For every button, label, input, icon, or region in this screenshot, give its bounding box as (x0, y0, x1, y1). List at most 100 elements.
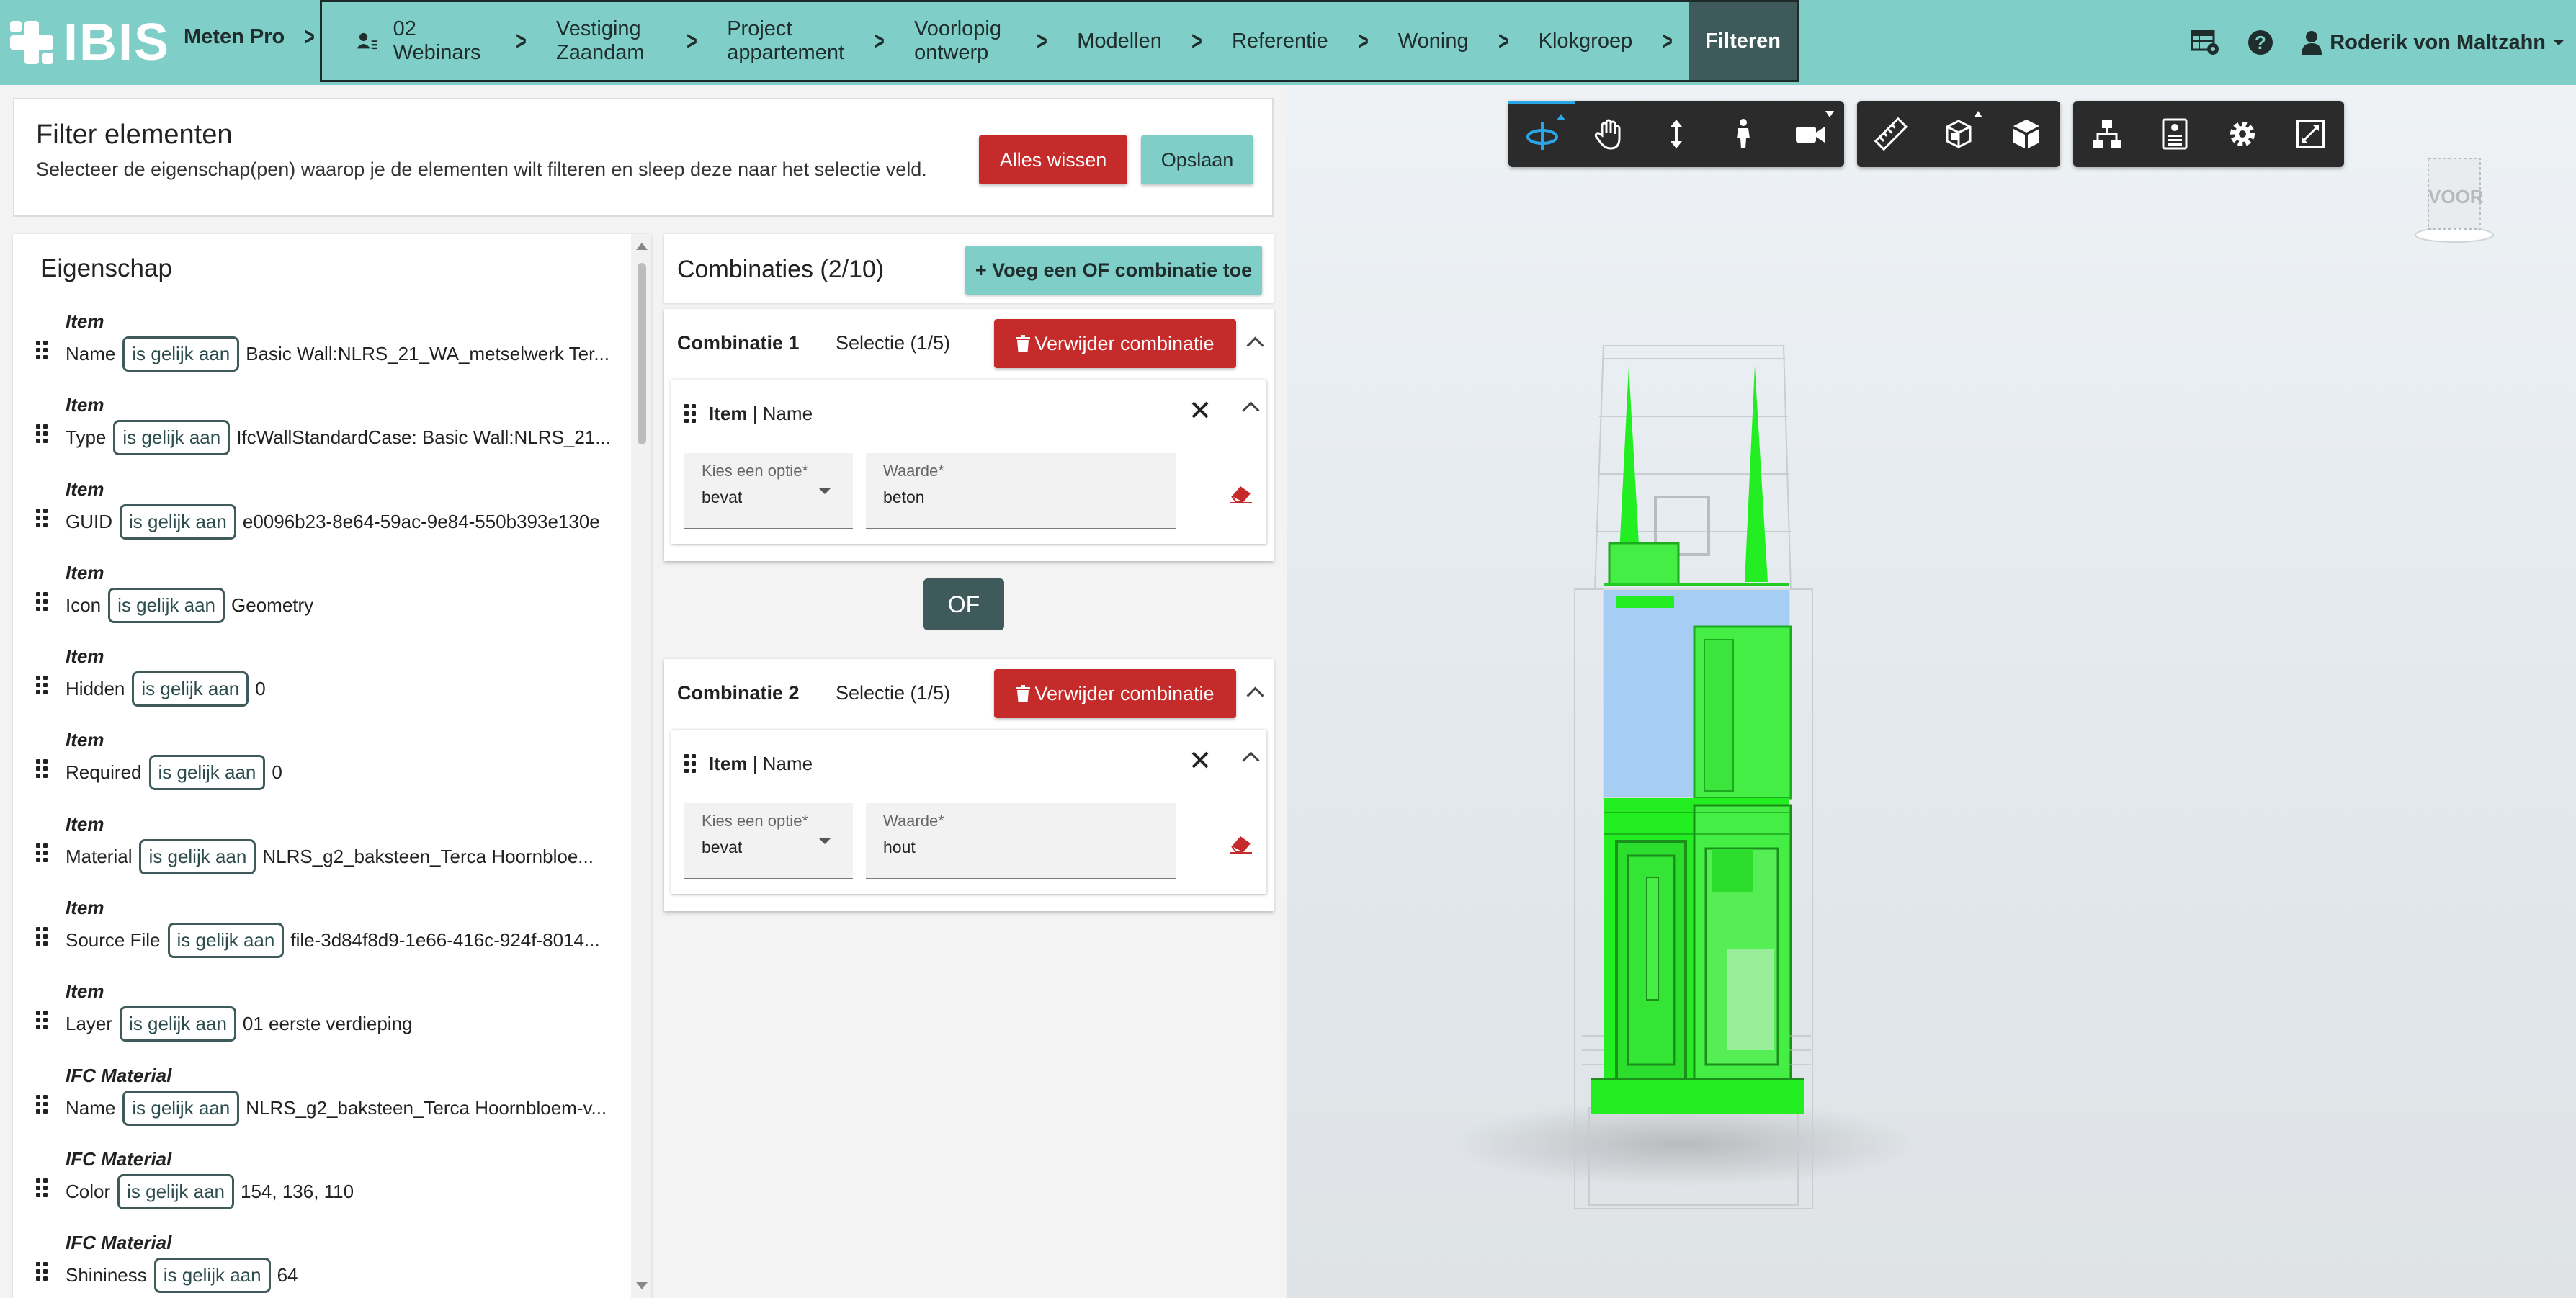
drag-handle-icon[interactable] (684, 754, 696, 773)
combination-name: Combinatie 2 (677, 682, 800, 704)
property-category: Item (66, 478, 104, 500)
breadcrumb-item-modellen[interactable]: Modellen > (1077, 2, 1232, 80)
svg-text:?: ? (2255, 32, 2266, 53)
house-model[interactable] (1287, 85, 2576, 1298)
operator-chip[interactable]: is gelijk aan (117, 1173, 234, 1209)
option-select-value: bevat (702, 488, 743, 506)
breadcrumb-item-ontwerp[interactable]: Voorlopig ontwerp > (914, 2, 1077, 80)
property-item[interactable]: Item GUID is gelijk aan e0096b23-8e64-59ac-… (13, 474, 632, 558)
operator-chip[interactable]: is gelijk aan (120, 1006, 236, 1042)
operator-chip[interactable]: is gelijk aan (148, 755, 266, 791)
collapse-chevron-icon[interactable] (1246, 686, 1264, 704)
property-item[interactable]: Item Required is gelijk aan 0 (13, 725, 632, 808)
value-input-label: Waarde* (883, 462, 944, 480)
drag-handle-icon[interactable] (36, 591, 48, 611)
operator-chip[interactable]: is gelijk aan (120, 503, 236, 540)
drag-handle-icon[interactable] (36, 759, 48, 779)
scroll-thumb[interactable] (638, 263, 646, 444)
close-icon[interactable] (1191, 751, 1209, 769)
breadcrumb-item-filteren[interactable]: Filteren (1689, 2, 1797, 80)
add-or-combination-button[interactable]: + Voeg een OF combinatie toe (965, 246, 1262, 295)
property-row: GUID is gelijk aan e0096b23-8e64-59ac-9e84… (66, 503, 600, 540)
breadcrumb-item-vestiging[interactable]: Vestiging Zaandam > (556, 2, 727, 80)
table-settings-icon[interactable] (2191, 29, 2220, 56)
app-switcher[interactable]: Meten Pro > (184, 22, 317, 52)
drag-handle-icon[interactable] (36, 843, 48, 862)
value-input[interactable]: Waarde* hout (866, 803, 1176, 879)
property-row: Material is gelijk aan NLRS_g2_baksteen_Te… (66, 838, 594, 874)
property-item[interactable]: IFC Material Color is gelijk aan 154, 136, … (13, 1144, 632, 1227)
property-scrollbar[interactable] (631, 234, 651, 1298)
property-value: 154, 136, 110 (241, 1180, 354, 1202)
user-area: ? Roderik von Maltzahn (2191, 0, 2564, 85)
eraser-icon[interactable] (1229, 833, 1253, 854)
option-select[interactable]: Kies een optie* bevat (684, 453, 853, 529)
value-input[interactable]: Waarde* beton (866, 453, 1176, 529)
breadcrumb-item-webinars[interactable]: 02 Webinars > (322, 2, 556, 80)
property-category: IFC Material (66, 1147, 172, 1170)
delete-combination-button[interactable]: Verwijder combinatie (994, 319, 1236, 368)
or-separator-button[interactable]: OF (923, 578, 1004, 630)
delete-combination-button[interactable]: Verwijder combinatie (994, 669, 1236, 718)
breadcrumb-item-klokgroep[interactable]: Klokgroep > (1539, 2, 1703, 80)
property-name: Shininess (66, 1264, 147, 1286)
property-value: Geometry (231, 594, 314, 616)
property-name: Layer (66, 1013, 113, 1035)
drag-handle-icon[interactable] (36, 927, 48, 946)
chevron-right-icon: > (874, 26, 885, 55)
property-name: Material (66, 845, 133, 867)
property-item[interactable]: Item Hidden is gelijk aan 0 (13, 641, 632, 725)
property-row: Type is gelijk aan IfcWallStandardCase: Ba… (66, 420, 611, 456)
user-name: Roderik von Maltzahn (2330, 30, 2546, 54)
operator-chip[interactable]: is gelijk aan (113, 420, 231, 456)
operator-chip[interactable]: is gelijk aan (153, 1258, 271, 1294)
property-category: Item (66, 394, 104, 416)
ibis-logo[interactable]: IBIS (10, 12, 170, 73)
drag-handle-icon[interactable] (36, 1011, 48, 1030)
scroll-down-arrow-icon[interactable] (636, 1282, 648, 1289)
property-item[interactable]: IFC Material Shininess is gelijk aan 64 (13, 1227, 632, 1298)
model-viewport[interactable]: VOOR (1287, 85, 2576, 1298)
drag-handle-icon[interactable] (36, 676, 48, 695)
drag-handle-icon[interactable] (36, 1178, 48, 1197)
property-item[interactable]: Item Layer is gelijk aan 01 eerste verdiepi… (13, 976, 632, 1060)
drag-handle-icon[interactable] (36, 424, 48, 444)
collapse-chevron-icon[interactable] (1242, 751, 1260, 769)
property-item[interactable]: Item Type is gelijk aan IfcWallStandardCase… (13, 390, 632, 473)
breadcrumb-label: Woning (1397, 29, 1469, 53)
drag-handle-icon[interactable] (36, 1262, 48, 1281)
operator-chip[interactable]: is gelijk aan (108, 587, 225, 623)
drag-handle-icon[interactable] (36, 1094, 48, 1114)
operator-chip[interactable]: is gelijk aan (122, 1090, 240, 1126)
collapse-chevron-icon[interactable] (1246, 336, 1264, 354)
property-item[interactable]: Item Icon is gelijk aan Geometry (13, 558, 632, 641)
option-select[interactable]: Kies een optie* bevat (684, 803, 853, 879)
close-icon[interactable] (1191, 401, 1209, 419)
drag-handle-icon[interactable] (684, 404, 696, 423)
operator-chip[interactable]: is gelijk aan (122, 336, 240, 372)
operator-chip[interactable]: is gelijk aan (167, 923, 285, 959)
trash-icon (1016, 685, 1031, 702)
breadcrumb-item-woning[interactable]: Woning > (1398, 2, 1539, 80)
rule-property: Name (762, 753, 813, 774)
breadcrumb-item-project[interactable]: Project appartement > (727, 2, 914, 80)
property-item[interactable]: Item Material is gelijk aan NLRS_g2_bakstee… (13, 809, 632, 892)
drag-handle-icon[interactable] (36, 341, 48, 359)
help-icon[interactable]: ? (2248, 30, 2273, 55)
property-item[interactable]: Item Name is gelijk aan Basic Wall:NLRS_21_… (13, 306, 632, 390)
breadcrumb-label: Referentie (1231, 29, 1328, 53)
save-button[interactable]: Opslaan (1141, 135, 1253, 184)
breadcrumb-item-referentie[interactable]: Referentie > (1232, 2, 1398, 80)
scroll-up-arrow-icon[interactable] (636, 243, 648, 250)
operator-chip[interactable]: is gelijk aan (139, 838, 256, 874)
property-item[interactable]: Item Source File is gelijk aan file-3d84f8d… (13, 892, 632, 976)
rule-title: Item | Name (709, 753, 813, 774)
breadcrumb-label: 02 Webinars (393, 17, 481, 64)
property-item[interactable]: IFC Material Name is gelijk aan NLRS_g2_bak… (13, 1060, 632, 1144)
drag-handle-icon[interactable] (36, 508, 48, 527)
user-menu[interactable]: Roderik von Maltzahn (2301, 30, 2564, 55)
clear-all-button[interactable]: Alles wissen (979, 135, 1127, 184)
operator-chip[interactable]: is gelijk aan (132, 671, 249, 707)
collapse-chevron-icon[interactable] (1242, 401, 1260, 419)
eraser-icon[interactable] (1229, 483, 1253, 503)
